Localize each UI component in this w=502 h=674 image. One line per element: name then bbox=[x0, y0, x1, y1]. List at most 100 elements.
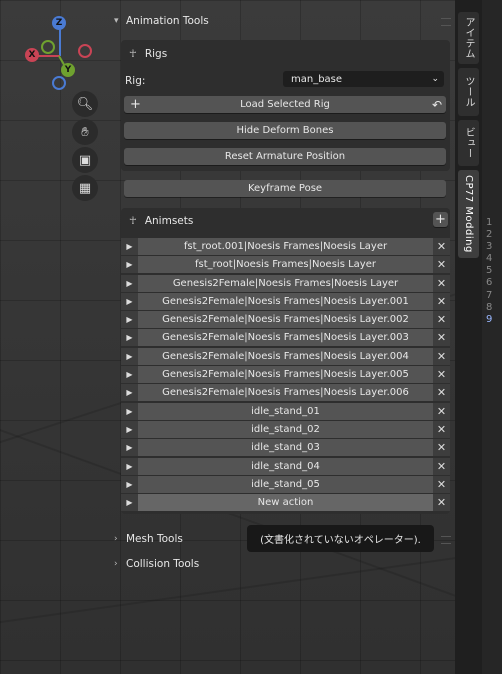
gizmo-y-icon[interactable]: Y bbox=[61, 63, 75, 77]
animset-name[interactable]: Genesis2Female|Noesis Frames|Noesis Laye… bbox=[138, 292, 433, 310]
collision-tools-label: Collision Tools bbox=[126, 558, 200, 570]
play-icon[interactable]: ▶ bbox=[121, 329, 138, 347]
armature-icon: ☥ bbox=[129, 215, 137, 227]
animset-row[interactable]: ▶ fst_root|Noesis Frames|Noesis Layer ✕ bbox=[121, 256, 450, 274]
perspective-grid-icon[interactable]: ▦ bbox=[72, 175, 98, 201]
drag-grip-icon[interactable] bbox=[441, 18, 451, 26]
animset-name[interactable]: idle_stand_03 bbox=[138, 439, 433, 457]
play-icon[interactable]: ▶ bbox=[121, 475, 138, 493]
animset-name[interactable]: Genesis2Female|Noesis Frames|Noesis Laye… bbox=[138, 384, 433, 402]
play-icon[interactable]: ▶ bbox=[121, 439, 138, 457]
animsets-title: Animsets bbox=[144, 215, 194, 227]
play-icon[interactable]: ▶ bbox=[121, 347, 138, 365]
close-icon[interactable]: ✕ bbox=[433, 329, 450, 347]
animset-name[interactable]: Genesis2Female|Noesis Frames|Noesis Laye… bbox=[138, 329, 433, 347]
chevron-right-icon: › bbox=[114, 559, 118, 569]
close-icon[interactable]: ✕ bbox=[433, 238, 450, 255]
close-icon[interactable]: ✕ bbox=[433, 366, 450, 384]
close-icon[interactable]: ✕ bbox=[433, 402, 450, 420]
animset-row[interactable]: ▶ Genesis2Female|Noesis Frames|Noesis Lay… bbox=[121, 366, 450, 384]
play-icon[interactable]: ▶ bbox=[121, 311, 138, 329]
tooltip: (文書化されていないオペレーター). bbox=[247, 525, 434, 552]
animset-name[interactable]: idle_stand_02 bbox=[138, 420, 433, 438]
sidebar-panel: ▾ Animation Tools ☥ Rigs Rig: man_base ⌄… bbox=[108, 0, 455, 674]
play-icon[interactable]: ▶ bbox=[121, 256, 138, 274]
tab-item[interactable]: アイテム bbox=[458, 12, 479, 64]
reset-armature-button[interactable]: Reset Armature Position bbox=[124, 148, 446, 165]
close-icon[interactable]: ✕ bbox=[433, 292, 450, 310]
camera-icon[interactable]: ▣ bbox=[72, 147, 98, 173]
gizmo-z-icon[interactable]: Z bbox=[52, 16, 66, 30]
tab-cp77-modding[interactable]: CP77 Modding bbox=[458, 170, 479, 258]
animset-row[interactable]: ▶ Genesis2Female|Noesis Frames|Noesis Lay… bbox=[121, 311, 450, 329]
gizmo-neg-y-icon[interactable] bbox=[41, 40, 55, 54]
rig-select[interactable]: man_base ⌄ bbox=[283, 71, 444, 87]
animset-row[interactable]: ▶ Genesis2Female|Noesis Frames|Noesis Lay… bbox=[121, 292, 450, 310]
animset-row[interactable]: ▶ Genesis2Female|Noesis Frames|Noesis Lay… bbox=[121, 274, 450, 292]
play-icon[interactable]: ▶ bbox=[121, 402, 138, 420]
close-icon[interactable]: ✕ bbox=[433, 475, 450, 493]
load-selected-rig-button[interactable]: + Load Selected Rig ↶ bbox=[124, 96, 446, 113]
animset-row[interactable]: ▶ idle_stand_03 ✕ bbox=[121, 439, 450, 457]
animset-name[interactable]: fst_root.001|Noesis Frames|Noesis Layer bbox=[138, 238, 433, 255]
mesh-tools-label: Mesh Tools bbox=[126, 533, 183, 545]
line-number: 4 bbox=[486, 253, 493, 265]
play-icon[interactable]: ▶ bbox=[121, 384, 138, 402]
animset-name[interactable]: Genesis2Female|Noesis Frames|Noesis Laye… bbox=[138, 311, 433, 329]
animset-row[interactable]: ▶ fst_root.001|Noesis Frames|Noesis Layer… bbox=[121, 238, 450, 255]
close-icon[interactable]: ✕ bbox=[433, 384, 450, 402]
play-icon[interactable]: ▶ bbox=[121, 420, 138, 438]
gizmo-x-icon[interactable]: X bbox=[25, 48, 39, 62]
animset-row[interactable]: ▶ idle_stand_01 ✕ bbox=[121, 402, 450, 420]
play-icon[interactable]: ▶ bbox=[121, 274, 138, 292]
play-icon[interactable]: ▶ bbox=[121, 238, 138, 255]
gizmo-neg-x-icon[interactable] bbox=[78, 44, 92, 58]
play-icon[interactable]: ▶ bbox=[121, 494, 138, 512]
animset-row[interactable]: ▶ idle_stand_04 ✕ bbox=[121, 457, 450, 475]
tab-view[interactable]: ビュー bbox=[458, 120, 479, 166]
zoom-icon[interactable]: 🔍︎ bbox=[72, 91, 98, 117]
animset-row[interactable]: ▶ New action ✕ bbox=[121, 494, 450, 512]
load-rig-label: Load Selected Rig bbox=[240, 99, 330, 110]
animset-name[interactable]: idle_stand_05 bbox=[138, 475, 433, 493]
keyframe-pose-button[interactable]: Keyframe Pose bbox=[124, 180, 446, 197]
close-icon[interactable]: ✕ bbox=[433, 457, 450, 475]
animset-name[interactable]: Genesis2Female|Noesis Frames|Noesis Laye… bbox=[138, 366, 433, 384]
close-icon[interactable]: ✕ bbox=[433, 274, 450, 292]
navigation-gizmo[interactable]: Z X Y bbox=[18, 14, 102, 98]
animset-row[interactable]: ▶ idle_stand_05 ✕ bbox=[121, 475, 450, 493]
animset-name[interactable]: Genesis2Female|Noesis Frames|Noesis Laye… bbox=[138, 274, 433, 292]
collision-tools-header[interactable]: › Collision Tools bbox=[114, 554, 199, 574]
tab-tool[interactable]: ツール bbox=[458, 68, 479, 116]
armature-icon: ☥ bbox=[129, 48, 137, 60]
hide-deform-bones-button[interactable]: Hide Deform Bones bbox=[124, 122, 446, 139]
undo-icon[interactable]: ↶ bbox=[432, 98, 442, 112]
animation-tools-header[interactable]: ▾ Animation Tools bbox=[114, 11, 209, 31]
animset-list: ▶ fst_root.001|Noesis Frames|Noesis Layer… bbox=[121, 238, 450, 512]
line-numbers: 123456789 bbox=[486, 217, 492, 326]
animset-name[interactable]: Genesis2Female|Noesis Frames|Noesis Laye… bbox=[138, 347, 433, 365]
play-icon[interactable]: ▶ bbox=[121, 366, 138, 384]
close-icon[interactable]: ✕ bbox=[433, 439, 450, 457]
close-icon[interactable]: ✕ bbox=[433, 256, 450, 274]
gizmo-neg-z-icon[interactable] bbox=[52, 76, 66, 90]
animset-name[interactable]: fst_root|Noesis Frames|Noesis Layer bbox=[138, 256, 433, 274]
play-icon[interactable]: ▶ bbox=[121, 457, 138, 475]
close-icon[interactable]: ✕ bbox=[433, 420, 450, 438]
close-icon[interactable]: ✕ bbox=[433, 311, 450, 329]
sidebar-tabs: アイテム ツール ビュー CP77 Modding bbox=[455, 0, 482, 674]
animset-row[interactable]: ▶ Genesis2Female|Noesis Frames|Noesis Lay… bbox=[121, 384, 450, 402]
animset-row[interactable]: ▶ Genesis2Female|Noesis Frames|Noesis Lay… bbox=[121, 329, 450, 347]
mesh-tools-header[interactable]: › Mesh Tools bbox=[114, 529, 183, 549]
animset-row[interactable]: ▶ idle_stand_02 ✕ bbox=[121, 420, 450, 438]
close-icon[interactable]: ✕ bbox=[433, 347, 450, 365]
drag-grip-icon[interactable] bbox=[441, 536, 451, 544]
add-animset-button[interactable]: + bbox=[433, 212, 448, 227]
close-icon[interactable]: ✕ bbox=[433, 494, 450, 512]
animset-row[interactable]: ▶ Genesis2Female|Noesis Frames|Noesis Lay… bbox=[121, 347, 450, 365]
animset-name[interactable]: idle_stand_04 bbox=[138, 457, 433, 475]
pan-hand-icon[interactable]: ✋︎ bbox=[72, 119, 98, 145]
animset-name[interactable]: New action bbox=[138, 494, 433, 512]
animset-name[interactable]: idle_stand_01 bbox=[138, 402, 433, 420]
play-icon[interactable]: ▶ bbox=[121, 292, 138, 310]
